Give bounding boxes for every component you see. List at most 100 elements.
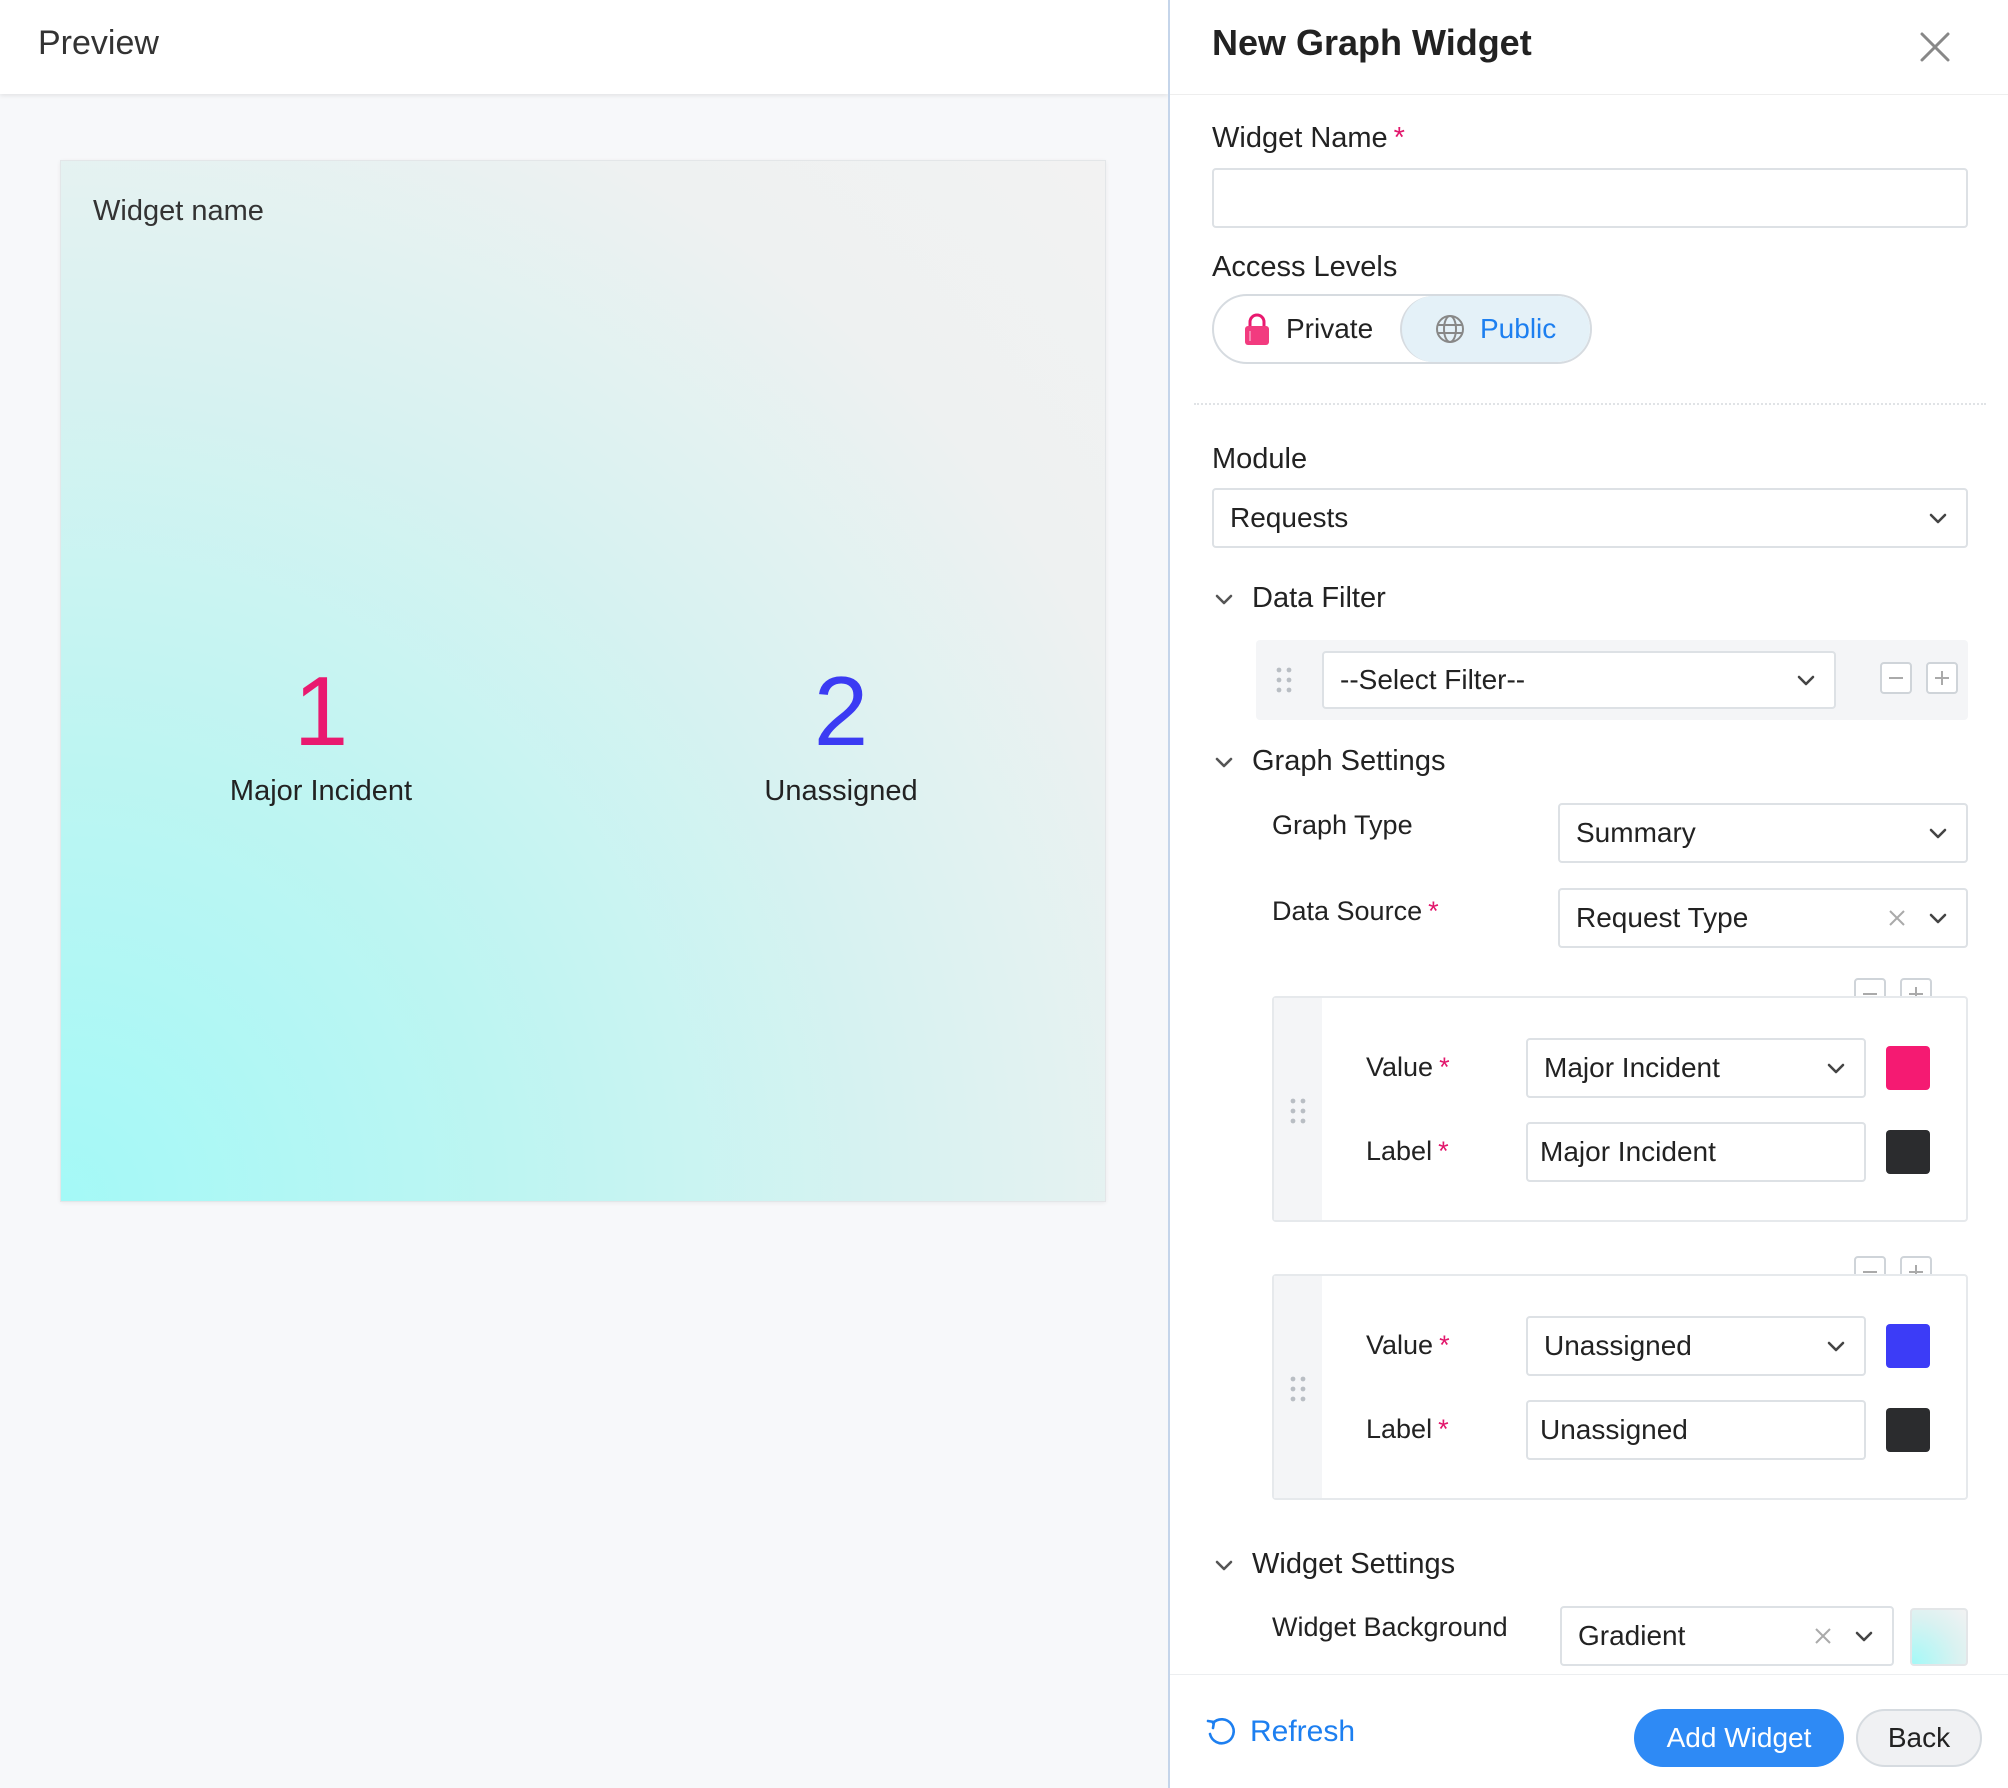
chevron-down-icon — [1797, 675, 1815, 686]
preview-header: Preview — [0, 0, 1168, 94]
drag-handle-icon[interactable] — [1288, 1374, 1308, 1404]
access-private-option[interactable]: Private — [1214, 296, 1400, 362]
value-label: Value * — [1366, 1052, 1450, 1083]
refresh-button[interactable]: Refresh — [1204, 1715, 1355, 1749]
background-gradient-swatch[interactable] — [1910, 1608, 1968, 1666]
access-public-option[interactable]: Public — [1400, 296, 1590, 362]
data-source-value: Request Type — [1576, 902, 1749, 933]
label-label-text: Label — [1366, 1136, 1433, 1166]
chevron-down-icon — [1929, 828, 1947, 839]
data-source-label-text: Data Source — [1272, 896, 1423, 926]
value-label-text: Value — [1366, 1052, 1434, 1082]
data-filter-section-toggle[interactable]: Data Filter — [1212, 582, 1386, 615]
data-source-select[interactable]: Request Type — [1558, 888, 1968, 948]
chevron-down-icon — [1215, 594, 1233, 604]
metric-label: Unassigned — [764, 775, 918, 807]
value-color-swatch[interactable] — [1886, 1046, 1930, 1090]
label-label-text: Label — [1366, 1414, 1433, 1444]
module-select[interactable]: Requests — [1212, 488, 1968, 548]
chevron-down-icon — [1827, 1063, 1845, 1074]
label-input[interactable] — [1526, 1400, 1866, 1460]
drag-strip — [1274, 1276, 1322, 1498]
filter-select-value: --Select Filter-- — [1340, 664, 1526, 695]
section-divider — [1194, 403, 1986, 405]
widget-background-label: Widget Background — [1272, 1612, 1508, 1642]
add-filter-button[interactable] — [1926, 662, 1958, 694]
preview-pane: Preview Widget name 1 Major Incident 2 U… — [0, 0, 1168, 1788]
globe-icon — [1436, 315, 1464, 343]
add-widget-button[interactable]: Add Widget — [1634, 1709, 1844, 1767]
value-mapping-card: Value * Major Incident Label * — [1272, 996, 1968, 1222]
header-divider — [1170, 94, 2008, 95]
required-mark: * — [1428, 896, 1439, 926]
refresh-icon — [1206, 1718, 1235, 1745]
label-color-swatch[interactable] — [1886, 1130, 1930, 1174]
metric-major-incident: 1 Major Incident — [121, 661, 521, 808]
widget-name-input[interactable] — [1212, 168, 1968, 228]
chevron-down-icon — [1827, 1341, 1845, 1352]
minus-icon — [1889, 677, 1903, 679]
metric-label: Major Incident — [229, 775, 413, 807]
metric-value: 2 — [813, 656, 869, 766]
filter-row: --Select Filter-- — [1256, 640, 1968, 720]
metric-unassigned: 2 Unassigned — [641, 661, 1041, 808]
chevron-down-icon — [1929, 913, 1947, 924]
value-color-swatch[interactable] — [1886, 1324, 1930, 1368]
required-mark: * — [1438, 1414, 1449, 1444]
graph-type-label: Graph Type — [1272, 810, 1413, 840]
drag-strip — [1274, 998, 1322, 1220]
widget-settings-section-toggle[interactable]: Widget Settings — [1212, 1548, 1455, 1581]
graph-settings-section-toggle[interactable]: Graph Settings — [1212, 745, 1445, 778]
value-mapping-card: Value * Unassigned Label * — [1272, 1274, 1968, 1500]
widget-form-panel: New Graph Widget Widget Name * Access Lev… — [1168, 0, 2008, 1788]
value-label-text: Value — [1366, 1330, 1434, 1360]
chevron-down-icon — [1215, 1560, 1233, 1570]
clear-icon[interactable] — [1886, 907, 1908, 929]
label-label: Label * — [1366, 1414, 1449, 1445]
graph-type-select[interactable]: Summary — [1558, 803, 1968, 863]
widget-name-label: Widget Name * — [1212, 122, 1405, 155]
preview-title: Preview — [38, 24, 159, 62]
chevron-down-icon — [1855, 1631, 1873, 1642]
data-source-label: Data Source * — [1272, 896, 1439, 927]
lock-icon — [1245, 313, 1269, 345]
module-label: Module — [1212, 443, 1308, 475]
required-mark: * — [1439, 1052, 1450, 1082]
value-select[interactable]: Unassigned — [1526, 1316, 1866, 1376]
label-color-swatch[interactable] — [1886, 1408, 1930, 1452]
value-select[interactable]: Major Incident — [1526, 1038, 1866, 1098]
drag-handle-icon[interactable] — [1288, 1096, 1308, 1126]
widget-settings-heading: Widget Settings — [1252, 1548, 1456, 1580]
metric-value: 1 — [293, 656, 349, 766]
widget-preview-card: Widget name 1 Major Incident 2 Unassigne… — [60, 160, 1106, 1202]
filter-select[interactable]: --Select Filter-- — [1322, 651, 1836, 709]
remove-filter-button[interactable] — [1880, 662, 1912, 694]
access-private-label: Private — [1286, 313, 1374, 344]
clear-icon[interactable] — [1812, 1625, 1834, 1647]
widget-name-label-text: Widget Name — [1212, 122, 1388, 154]
plus-icon — [1935, 671, 1949, 685]
access-public-label: Public — [1480, 313, 1557, 344]
label-label: Label * — [1366, 1136, 1449, 1167]
refresh-label: Refresh — [1250, 1715, 1356, 1748]
module-value: Requests — [1230, 502, 1349, 533]
panel-footer: Refresh Add Widget Back — [1170, 1674, 2008, 1788]
access-level-toggle: Private Public — [1212, 294, 1592, 364]
widget-background-select[interactable]: Gradient — [1560, 1606, 1894, 1666]
required-mark: * — [1438, 1136, 1449, 1166]
value-label: Value * — [1366, 1330, 1450, 1361]
graph-type-value: Summary — [1576, 817, 1696, 848]
data-filter-heading: Data Filter — [1252, 582, 1386, 614]
chevron-down-icon — [1929, 513, 1947, 524]
chevron-down-icon — [1215, 757, 1233, 767]
required-mark: * — [1439, 1330, 1450, 1360]
label-input[interactable] — [1526, 1122, 1866, 1182]
drag-handle-icon[interactable] — [1274, 665, 1294, 695]
required-mark: * — [1393, 122, 1405, 154]
close-icon[interactable] — [1910, 22, 1960, 72]
value-select-value: Unassigned — [1544, 1330, 1692, 1361]
access-levels-label: Access Levels — [1212, 251, 1398, 283]
back-button[interactable]: Back — [1856, 1709, 1982, 1767]
graph-settings-heading: Graph Settings — [1252, 745, 1446, 777]
panel-title: New Graph Widget — [1212, 22, 1532, 63]
